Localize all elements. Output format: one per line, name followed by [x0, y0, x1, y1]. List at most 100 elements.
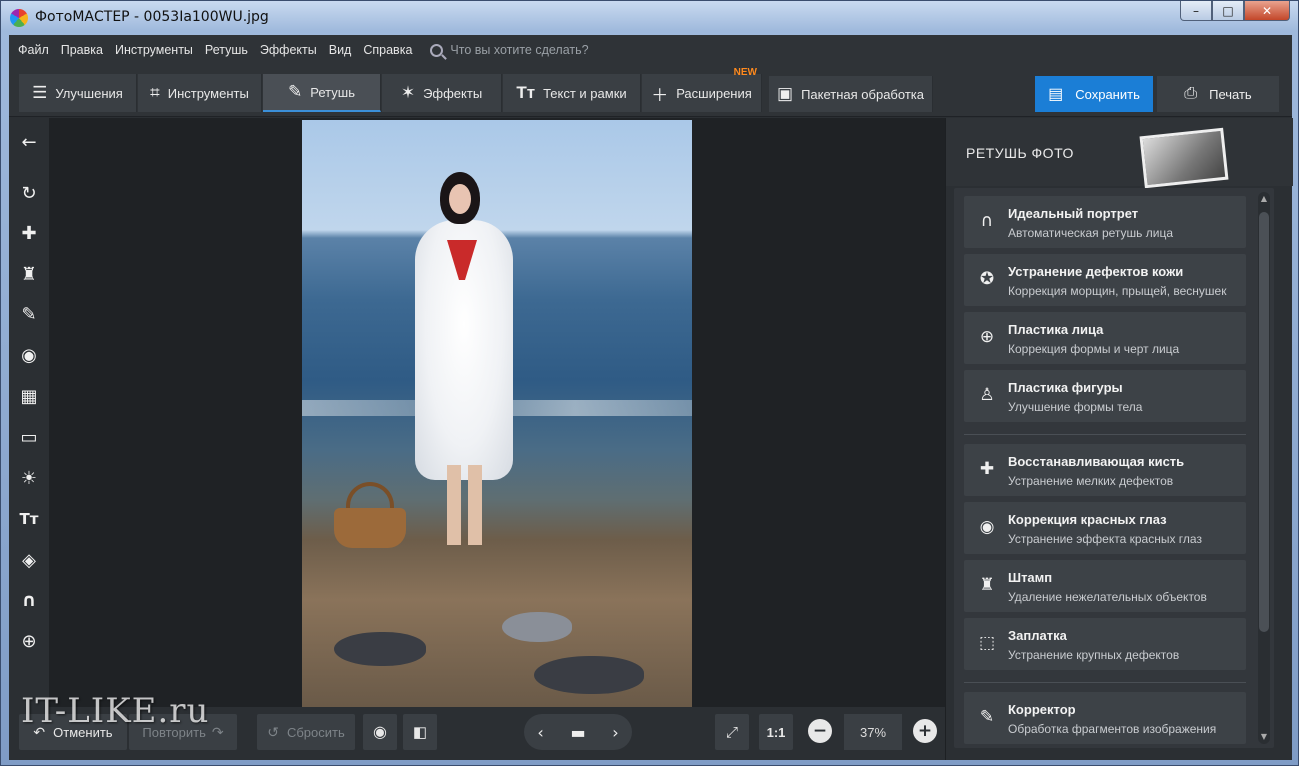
- radial-icon[interactable]: ◉: [17, 343, 41, 367]
- tool-red-eye[interactable]: ◉ Коррекция красных глаз Устранение эффе…: [964, 502, 1246, 554]
- back-arrow-icon[interactable]: ←: [17, 130, 41, 154]
- new-badge: NEW: [733, 67, 757, 78]
- bandage-icon[interactable]: ✚: [17, 221, 41, 245]
- tool-description: Удаление нежелательных объектов: [1008, 590, 1207, 604]
- retouch-tools-list: ∩ Идеальный портрет Автоматическая ретуш…: [954, 188, 1274, 748]
- folder-icon[interactable]: ▬: [570, 723, 585, 742]
- print-button[interactable]: ⎙ Печать: [1157, 76, 1279, 112]
- photo-pigeon: [334, 632, 426, 666]
- save-button[interactable]: ▤ Сохранить: [1035, 76, 1153, 112]
- tab-text-frames[interactable]: Tт Текст и рамки: [503, 74, 641, 112]
- app-window: ФотоМАСТЕР - 0053Ia100WU.jpg – □ ✕ Файл …: [0, 0, 1299, 766]
- minimize-button[interactable]: –: [1180, 1, 1212, 21]
- panel-scrollbar[interactable]: ▲ ▼: [1258, 192, 1270, 744]
- gradient-icon[interactable]: ▦: [17, 384, 41, 408]
- scroll-up-icon[interactable]: ▲: [1260, 195, 1268, 203]
- tab-enhancements[interactable]: ☰ Улучшения: [19, 74, 137, 112]
- scrollbar-thumb[interactable]: [1259, 212, 1269, 632]
- fill-icon[interactable]: ◈: [17, 548, 41, 572]
- tab-tools[interactable]: ⌗ Инструменты: [138, 74, 262, 112]
- tool-description: Коррекция формы и черт лица: [1008, 342, 1180, 356]
- reset-button[interactable]: ↺ Сбросить: [257, 714, 355, 750]
- reset-label: Сбросить: [286, 724, 345, 740]
- expand-icon: ⤢: [725, 723, 738, 741]
- images-icon: ▣: [777, 84, 794, 103]
- tool-figure-plastic[interactable]: ♙ Пластика фигуры Улучшение формы тела: [964, 370, 1246, 422]
- save-label: Сохранить: [1075, 86, 1140, 102]
- rotate-icon[interactable]: ↻: [17, 181, 41, 205]
- maximize-button[interactable]: □: [1212, 1, 1244, 21]
- tool-description: Улучшение формы тела: [1008, 400, 1143, 414]
- tool-description: Устранение крупных дефектов: [1008, 648, 1180, 662]
- next-image-icon[interactable]: ›: [612, 723, 618, 742]
- menu-tools[interactable]: Инструменты: [115, 43, 193, 57]
- brush-icon[interactable]: ✎: [17, 302, 41, 326]
- menu-effects[interactable]: Эффекты: [260, 43, 317, 57]
- preview-eye-button[interactable]: ◉: [363, 714, 397, 750]
- bandage-icon: ✚: [979, 459, 995, 479]
- redo-icon: ↷: [211, 723, 224, 740]
- title-bar: ФотоМАСТЕР - 0053Ia100WU.jpg – □ ✕: [1, 1, 1298, 35]
- menu-file[interactable]: Файл: [18, 43, 49, 57]
- tool-patch[interactable]: ⬚ Заплатка Устранение крупных дефектов: [964, 618, 1246, 670]
- text-icon[interactable]: Tт: [17, 507, 41, 531]
- brush-icon: ✎: [979, 707, 995, 727]
- patch-icon: ⬚: [978, 633, 996, 653]
- tool-skin-defects[interactable]: ✪ Устранение дефектов кожи Коррекция мор…: [964, 254, 1246, 306]
- tool-title: Штамп: [1008, 570, 1053, 585]
- tool-title: Восстанавливающая кисть: [1008, 454, 1185, 469]
- stamp-icon: ♜: [979, 575, 995, 595]
- main-toolbar: ☰ Улучшения ⌗ Инструменты ✎ Ретушь ✶ Эфф…: [9, 65, 1292, 117]
- tool-healing-brush[interactable]: ✚ Восстанавливающая кисть Устранение мел…: [964, 444, 1246, 496]
- tab-retouch[interactable]: ✎ Ретушь: [263, 74, 381, 112]
- fit-screen-button[interactable]: ⤢: [715, 714, 749, 750]
- sliders-icon: ☰: [32, 83, 48, 102]
- compare-button[interactable]: ◧: [403, 714, 437, 750]
- menu-help[interactable]: Справка: [363, 43, 412, 57]
- floppy-icon: ▤: [1048, 86, 1064, 103]
- photo-pigeon: [534, 656, 644, 694]
- photo-woman-face: [449, 184, 471, 214]
- tool-title: Заплатка: [1008, 628, 1067, 643]
- tab-effects[interactable]: ✶ Эффекты: [382, 74, 502, 112]
- zoom-out-icon[interactable]: −: [808, 719, 832, 743]
- zoom-value[interactable]: 37%: [844, 714, 902, 750]
- tool-corrector[interactable]: ✎ Корректор Обработка фрагментов изображ…: [964, 692, 1246, 744]
- crop-icon: ⌗: [150, 83, 160, 102]
- tab-batch-processing[interactable]: ▣ Пакетная обработка: [769, 76, 933, 112]
- menu-retouch[interactable]: Ретушь: [205, 43, 248, 57]
- tool-title: Коррекция красных глаз: [1008, 512, 1167, 527]
- sun-icon[interactable]: ☀: [17, 466, 41, 490]
- tab-label: Расширения: [676, 85, 752, 101]
- tab-extensions[interactable]: ＋ Расширения NEW: [642, 67, 762, 112]
- photo-woman-legs: [447, 465, 482, 545]
- tool-description: Автоматическая ретушь лица: [1008, 226, 1173, 240]
- zoom-in-icon[interactable]: +: [913, 719, 937, 743]
- window-title: ФотоМАСТЕР - 0053Ia100WU.jpg: [35, 9, 269, 25]
- portrait-icon[interactable]: ∩: [17, 588, 41, 612]
- tab-label: Эффекты: [423, 85, 483, 101]
- prev-image-icon[interactable]: ‹: [537, 723, 543, 742]
- actual-size-button[interactable]: 1:1: [759, 714, 793, 750]
- panel-header: РЕТУШЬ ФОТО: [946, 118, 1293, 189]
- scroll-down-icon[interactable]: ▼: [1260, 733, 1268, 741]
- tool-face-plastic[interactable]: ⊕ Пластика лица Коррекция формы и черт л…: [964, 312, 1246, 364]
- menu-view[interactable]: Вид: [329, 43, 352, 57]
- tab-label: Ретушь: [310, 84, 355, 100]
- image-canvas[interactable]: [49, 118, 945, 707]
- tool-description: Обработка фрагментов изображения: [1008, 722, 1217, 736]
- eye-icon: ◉: [373, 724, 387, 741]
- menu-edit[interactable]: Правка: [61, 43, 103, 57]
- menu-search[interactable]: Что вы хотите сделать?: [430, 43, 589, 57]
- vignette-icon[interactable]: ▭: [17, 425, 41, 449]
- photo-basket: [334, 508, 406, 548]
- tool-description: Устранение мелких дефектов: [1008, 474, 1174, 488]
- tool-ideal-portrait[interactable]: ∩ Идеальный портрет Автоматическая ретуш…: [964, 196, 1246, 248]
- menu-bar: Файл Правка Инструменты Ретушь Эффекты В…: [9, 35, 1292, 65]
- target-icon[interactable]: ⊕: [17, 629, 41, 653]
- navigation-pill: ‹ ▬ ›: [524, 714, 632, 750]
- tool-stamp[interactable]: ♜ Штамп Удаление нежелательных объектов: [964, 560, 1246, 612]
- close-button[interactable]: ✕: [1244, 1, 1290, 21]
- tool-title: Пластика лица: [1008, 322, 1104, 337]
- stamp-icon[interactable]: ♜: [17, 262, 41, 286]
